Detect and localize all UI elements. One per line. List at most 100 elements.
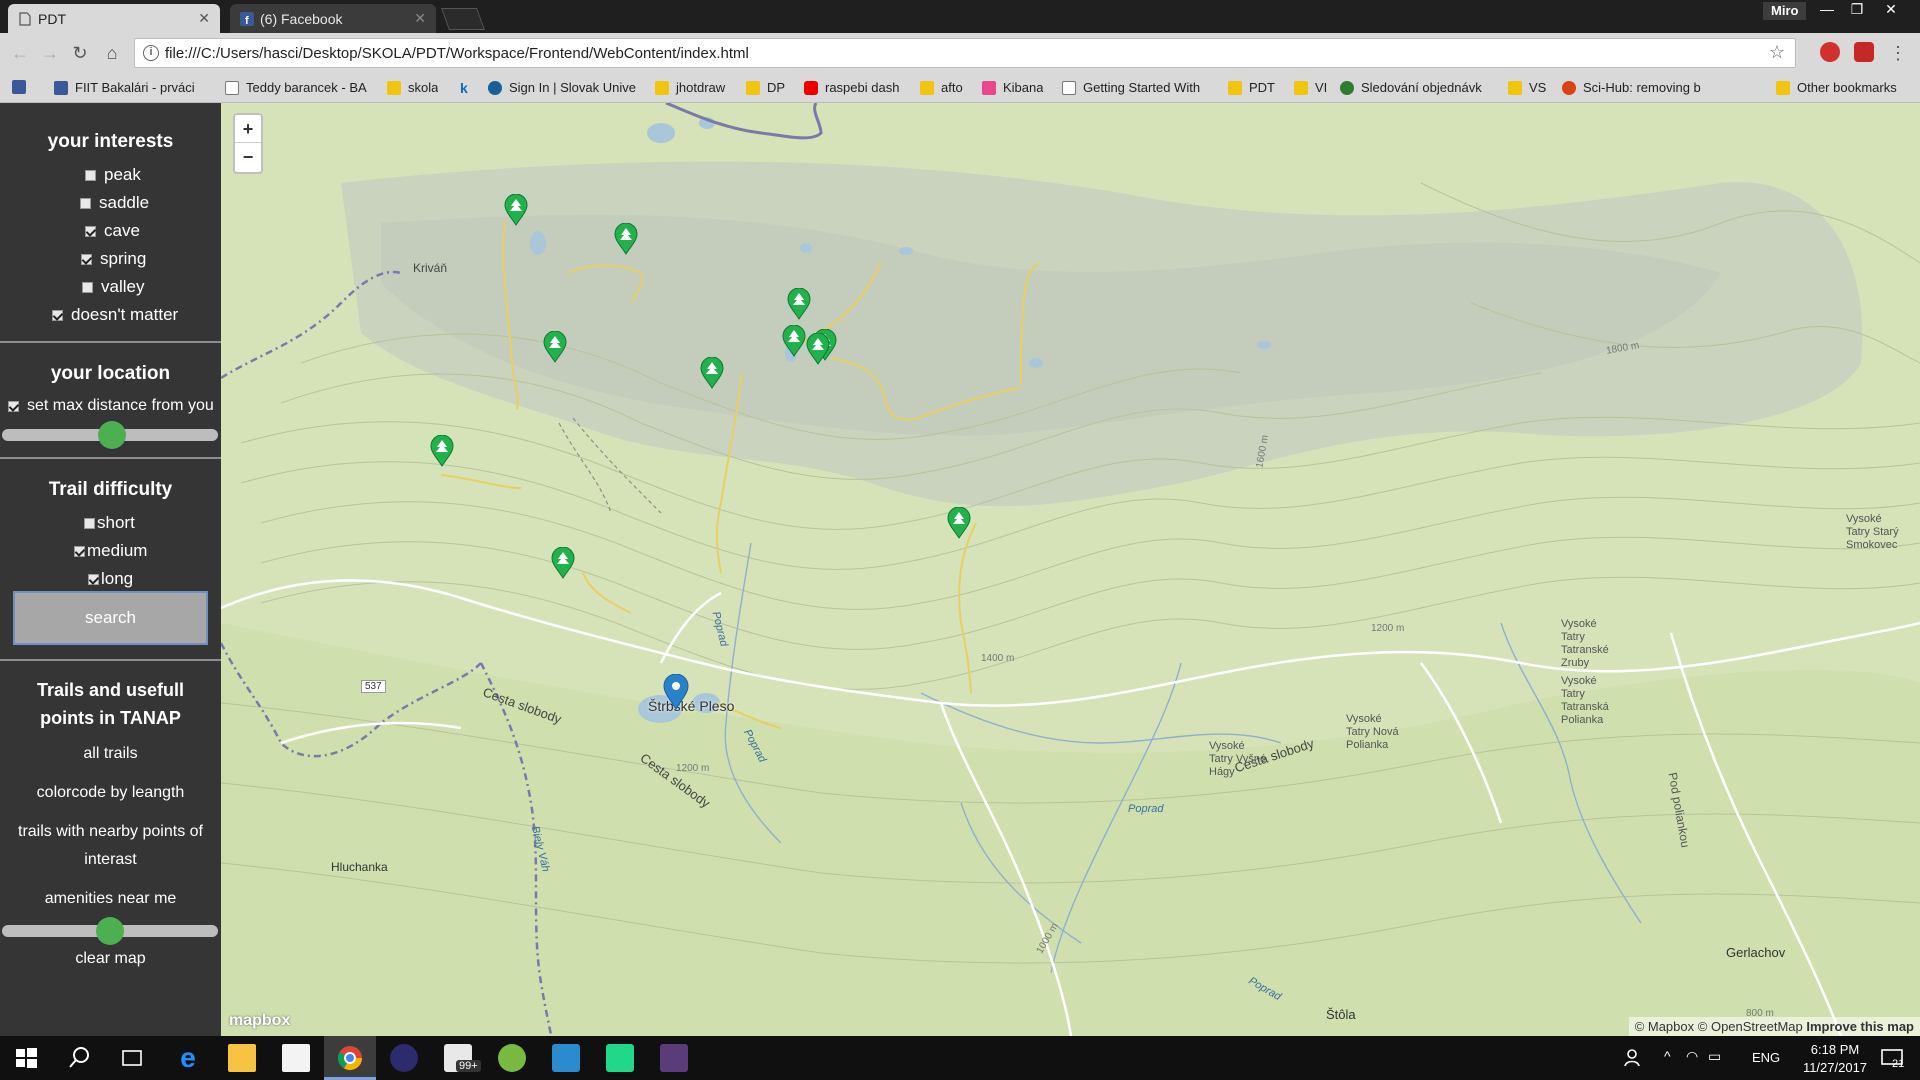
search-icon[interactable]: [66, 1044, 94, 1072]
wifi-icon[interactable]: ◠: [1686, 1048, 1698, 1065]
taskbar-chrome-active[interactable]: [324, 1036, 376, 1080]
tree-marker-icon[interactable]: [430, 435, 454, 467]
close-window-icon[interactable]: ✕: [1876, 0, 1906, 20]
amenities-slider-handle[interactable]: [96, 917, 124, 945]
new-tab-button[interactable]: [440, 8, 486, 30]
tree-marker-icon[interactable]: [543, 331, 567, 363]
bookmark-item[interactable]: Sci-Hub: removing b: [1562, 80, 1701, 95]
location-marker-icon[interactable]: [663, 674, 689, 710]
other-bookmarks[interactable]: Other bookmarks: [1776, 80, 1897, 95]
bookmark-item[interactable]: jhotdraw: [655, 80, 725, 95]
bookmark-item[interactable]: VS: [1508, 80, 1546, 95]
interest-cave[interactable]: cave: [85, 221, 140, 241]
reload-icon[interactable]: ↻: [68, 41, 92, 65]
back-icon[interactable]: ←: [8, 41, 32, 65]
interest-peak[interactable]: peak: [85, 165, 141, 185]
bookmark-item[interactable]: Sign In | Slovak Unive: [488, 80, 636, 95]
checkbox[interactable]: [81, 253, 92, 265]
tab-pdt[interactable]: PDT ✕: [8, 4, 220, 33]
checkbox[interactable]: [8, 400, 19, 412]
close-icon[interactable]: ✕: [198, 10, 210, 27]
zoom-in-button[interactable]: +: [235, 115, 261, 143]
tray-chevron-icon[interactable]: ^: [1664, 1048, 1671, 1064]
checkbox[interactable]: [74, 545, 85, 557]
difficulty-long[interactable]: long: [88, 569, 133, 589]
file-explorer-icon[interactable]: [228, 1044, 256, 1072]
store-icon[interactable]: [282, 1044, 310, 1072]
minimize-icon[interactable]: —: [1812, 0, 1842, 20]
interest-valley[interactable]: valley: [82, 277, 144, 297]
vs-code-icon[interactable]: [552, 1044, 580, 1072]
checkbox[interactable]: [88, 573, 99, 585]
info-icon[interactable]: i: [143, 45, 159, 61]
people-icon[interactable]: [1620, 1044, 1648, 1072]
clear-map-button[interactable]: clear map: [0, 945, 221, 973]
difficulty-medium[interactable]: medium: [74, 541, 147, 561]
tree-marker-icon[interactable]: [551, 547, 575, 579]
clock-date[interactable]: 11/27/2017: [1796, 1060, 1874, 1075]
bookmark-star-icon[interactable]: ☆: [1769, 42, 1785, 63]
osm-link[interactable]: © OpenStreetMap: [1698, 1019, 1803, 1034]
bookmark-item[interactable]: Sledování objednávk: [1340, 80, 1482, 95]
tree-marker-icon[interactable]: [806, 333, 830, 365]
mapbox-link[interactable]: © Mapbox: [1635, 1019, 1694, 1034]
bookmark-item[interactable]: k: [460, 80, 481, 94]
restore-icon[interactable]: ❐: [1842, 0, 1872, 20]
app-icon[interactable]: [660, 1044, 688, 1072]
interest-doesnt-matter[interactable]: doesn't matter: [52, 305, 178, 325]
bookmark-item[interactable]: raspebi dash: [804, 80, 899, 95]
max-distance-toggle[interactable]: set max distance from you: [8, 397, 214, 415]
checkbox[interactable]: [85, 225, 96, 237]
bookmark-item[interactable]: afto: [920, 80, 963, 95]
distance-slider-handle[interactable]: [98, 421, 126, 449]
tree-marker-icon[interactable]: [787, 288, 811, 320]
checkbox[interactable]: [82, 281, 93, 293]
address-bar[interactable]: i file:///C:/Users/hasci/Desktop/SKOLA/P…: [134, 38, 1796, 68]
difficulty-short[interactable]: short: [84, 513, 135, 533]
amenities-button[interactable]: amenities near me: [0, 885, 221, 913]
language-indicator[interactable]: ENG: [1752, 1050, 1780, 1065]
tree-marker-icon[interactable]: [504, 194, 528, 226]
windows-start-icon[interactable]: [12, 1044, 40, 1072]
menu-icon[interactable]: ⋮: [1886, 41, 1910, 65]
extension-m-icon[interactable]: [1854, 42, 1874, 62]
home-icon[interactable]: ⌂: [100, 41, 124, 65]
checkbox[interactable]: [84, 517, 95, 529]
bookmark-facebook[interactable]: [12, 80, 33, 94]
zoom-out-button[interactable]: −: [235, 143, 261, 171]
edge-icon[interactable]: e: [174, 1044, 202, 1072]
close-icon[interactable]: ✕: [414, 10, 426, 27]
bookmark-item[interactable]: DP: [746, 80, 785, 95]
clock-time[interactable]: 6:18 PM: [1800, 1042, 1870, 1057]
colorcode-button[interactable]: colorcode by leangth: [0, 779, 221, 807]
bookmark-item[interactable]: Getting Started With: [1062, 80, 1200, 95]
bookmark-item[interactable]: PDT: [1228, 80, 1275, 95]
utorrent-icon[interactable]: [498, 1044, 526, 1072]
forward-icon[interactable]: →: [38, 41, 62, 65]
improve-map-link[interactable]: Improve this map: [1806, 1019, 1914, 1034]
search-button[interactable]: search: [13, 591, 208, 645]
interest-spring[interactable]: spring: [81, 249, 146, 269]
extension-shield-icon[interactable]: [1820, 42, 1840, 62]
checkbox[interactable]: [52, 309, 63, 321]
checkbox[interactable]: [85, 169, 96, 181]
interest-saddle[interactable]: saddle: [80, 193, 149, 213]
tab-facebook[interactable]: f (6) Facebook ✕: [230, 4, 436, 33]
tree-marker-icon[interactable]: [782, 325, 806, 357]
profile-button[interactable]: Miro: [1763, 2, 1807, 20]
bookmark-item[interactable]: Kibana: [982, 80, 1043, 95]
bookmark-item[interactable]: skola: [387, 80, 438, 95]
pycharm-icon[interactable]: [606, 1044, 634, 1072]
tree-marker-icon[interactable]: [614, 223, 638, 255]
checkbox[interactable]: [80, 197, 91, 209]
all-trails-button[interactable]: all trails: [0, 740, 221, 768]
map-canvas[interactable]: + − Kriváň Štrbské Pleso Cesta slobody C…: [221, 103, 1920, 1036]
bookmark-item[interactable]: Teddy barancek - BA: [225, 80, 367, 95]
mapbox-logo[interactable]: mapbox: [229, 1012, 290, 1030]
tree-marker-icon[interactable]: [947, 507, 971, 539]
nearby-points-button[interactable]: trails with nearby points of interast: [0, 818, 221, 874]
bookmark-item[interactable]: VI: [1294, 80, 1327, 95]
bookmark-item[interactable]: FIIT Bakalári - prváci: [54, 80, 195, 95]
battery-icon[interactable]: ▭: [1708, 1048, 1721, 1065]
eclipse-icon[interactable]: [390, 1044, 418, 1072]
